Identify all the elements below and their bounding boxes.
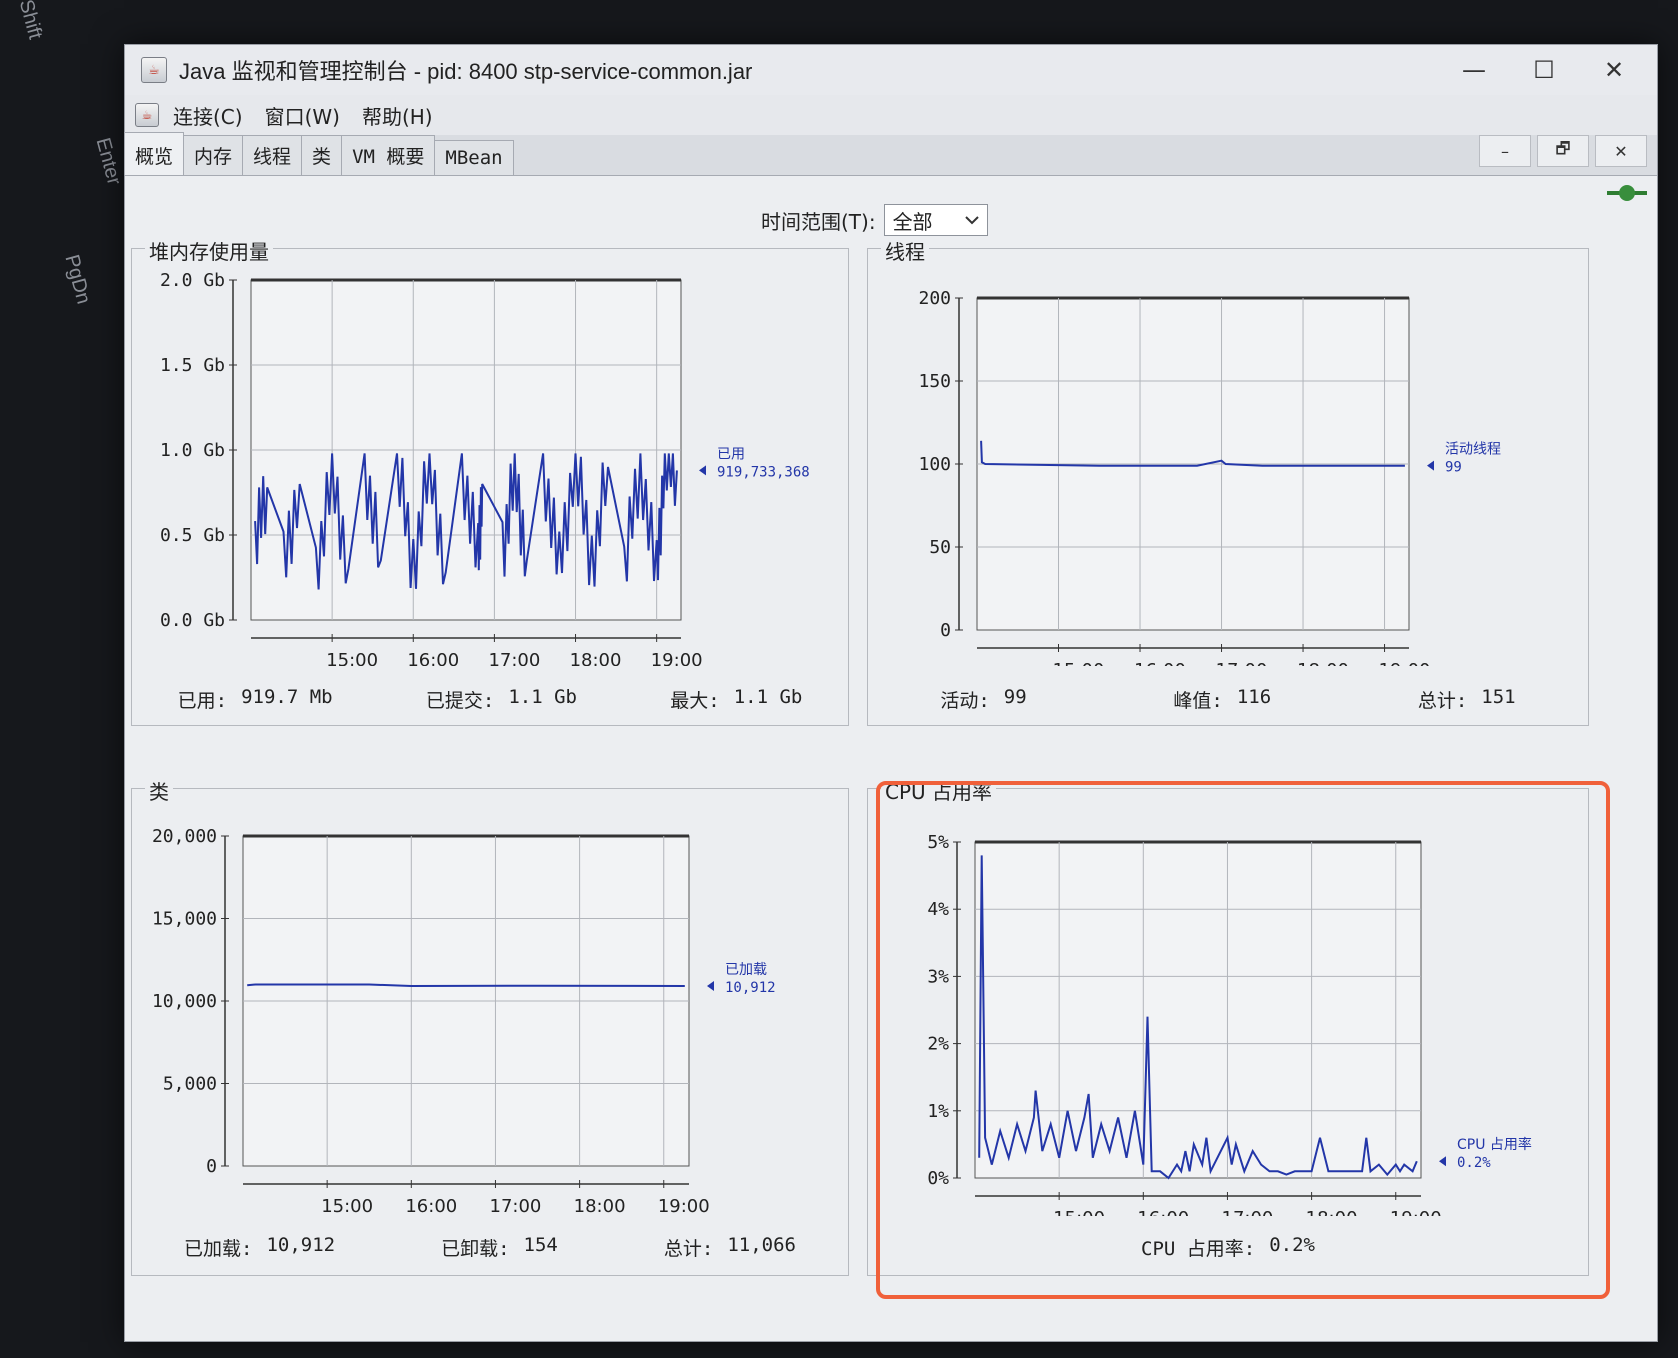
legend-marker [699, 465, 706, 476]
y-tick-label: 2.0 Gb [160, 270, 225, 291]
x-tick-label: 18:00 [1297, 660, 1349, 666]
threads-live-label: 活动: [940, 690, 990, 712]
java-app-icon: ☕ [141, 57, 167, 83]
x-tick-label: 19:00 [658, 1196, 710, 1216]
heap-max-value: 1.1 Gb [733, 686, 803, 708]
legend-value: 10,912 [725, 980, 776, 996]
time-range-value: 全部 [892, 209, 933, 234]
heap-memory-chart: 2.0 Gb 1.5 Gb 1.0 Gb 0.5 Gb 0.0 Gb 15:00 16:00… [160, 270, 810, 666]
classes-total-value: 11,066 [727, 1234, 796, 1256]
classes-total-label: 总计: [663, 1238, 714, 1260]
y-tick-label: 0.5 Gb [160, 525, 225, 546]
y-tick-label: 1.0 Gb [160, 440, 225, 461]
x-tick-label: 18:00 [570, 650, 622, 666]
heap-committed-value: 1.1 Gb [508, 686, 577, 708]
legend-name: 已加载 [725, 962, 767, 978]
tab-threads[interactable]: 线程 [242, 135, 303, 175]
x-tick-label: 15:00 [321, 1196, 373, 1216]
legend-name: 活动线程 [1445, 442, 1501, 458]
heap-max-label: 最大: [670, 690, 720, 712]
classes-loaded-value: 10,912 [266, 1234, 336, 1256]
tab-memory[interactable]: 内存 [183, 135, 244, 175]
heap-stats: 已用: 919.7 Mb 已提交: 1.1 Gb 最大: 1.1 Gb [131, 686, 849, 713]
window-title: Java 监视和管理控制台 - pid: 8400 stp-service-co… [179, 59, 753, 84]
x-tick-label: 15:00 [1053, 660, 1105, 666]
y-tick-label: 50 [929, 537, 951, 558]
internal-restore-button[interactable]: 🗗 [1537, 135, 1589, 167]
threads-total-value: 151 [1481, 686, 1516, 708]
internal-frame-controls: – 🗗 ✕ [1479, 135, 1647, 167]
menu-help[interactable]: 帮助(H) [362, 101, 433, 130]
java-menu-icon: ☕ [135, 103, 159, 127]
y-tick-label: 0 [940, 620, 951, 641]
tab-classes[interactable]: 类 [301, 135, 343, 175]
y-tick-label: 0.0 Gb [160, 610, 225, 631]
classes-loaded-label: 已加载: [184, 1238, 253, 1260]
window-controls: — ☐ ✕ [1439, 45, 1649, 95]
y-tick-label: 5,000 [163, 1074, 217, 1095]
heap-committed-label: 已提交: [425, 690, 495, 712]
x-tick-label: 16:00 [1134, 660, 1186, 666]
legend-name: 已用 [717, 446, 745, 462]
threads-chart: 200 150 100 50 0 15:00 16:00 17:00 18:00 19:00 活动线… [918, 288, 1501, 666]
x-tick-label: 18:00 [574, 1196, 626, 1216]
y-tick-label: 1.5 Gb [160, 355, 225, 376]
legend-marker [707, 980, 714, 991]
x-tick-label: 17:00 [488, 650, 540, 666]
heap-memory-panel: 堆内存使用量 2.0 Gb 1.5 Gb 1.0 Gb 0.5 Gb 0.0 Gb 15:… [131, 236, 849, 726]
menu-bar: ☕ 连接(C) 窗口(W) 帮助(H) [125, 95, 1657, 135]
tab-vm-summary[interactable]: VM 概要 [341, 135, 436, 175]
highlight-annotation [876, 781, 1610, 1299]
classes-unloaded-value: 154 [523, 1234, 558, 1256]
x-tick-label: 15:00 [326, 650, 378, 666]
classes-unloaded-label: 已卸载: [441, 1238, 510, 1260]
tab-bar: 概览 内存 线程 类 VM 概要 MBean [124, 132, 514, 175]
x-tick-label: 17:00 [1216, 660, 1268, 666]
y-tick-label: 150 [918, 371, 951, 392]
legend-value: 919,733,368 [717, 464, 810, 480]
time-range-label: 时间范围(T): [761, 209, 876, 234]
time-range-control: 时间范围(T): 全部 [761, 204, 988, 236]
x-tick-label: 17:00 [490, 1196, 542, 1216]
classes-stats: 已加载: 10,912 已卸载: 154 总计: 11,066 [131, 1234, 849, 1261]
keyboard-key-enter: Enter [91, 135, 126, 188]
internal-minimize-button[interactable]: – [1479, 135, 1531, 167]
x-tick-label: 19:00 [651, 650, 703, 666]
internal-close-button[interactable]: ✕ [1595, 135, 1647, 167]
legend-marker [1427, 460, 1434, 471]
tab-overview[interactable]: 概览 [124, 132, 185, 175]
threads-live-value: 99 [1003, 686, 1027, 708]
threads-peak-label: 峰值: [1173, 690, 1223, 712]
y-tick-label: 0 [206, 1156, 217, 1177]
chevron-down-icon [964, 216, 979, 225]
minimize-button[interactable]: — [1439, 45, 1509, 95]
y-tick-label: 200 [918, 288, 951, 309]
keyboard-key-shift: Shift [14, 0, 47, 42]
legend-value: 99 [1445, 460, 1462, 476]
x-tick-label: 16:00 [407, 650, 459, 666]
menu-window[interactable]: 窗口(W) [265, 101, 340, 130]
classes-panel: 类 20,000 15,000 10,000 5,000 0 15:00 16:00 17:0… [131, 776, 849, 1276]
threads-stats: 活动: 99 峰值: 116 总计: 151 [867, 686, 1589, 713]
threads-panel: 线程 20015010050015:0016:0017:0018:0019:00… [867, 236, 1589, 726]
keyboard-key-pgdn: PgDn [60, 252, 95, 307]
x-tick-label: 16:00 [405, 1196, 457, 1216]
threads-peak-value: 116 [1236, 686, 1272, 708]
connection-status-icon [1607, 185, 1647, 201]
tab-mbean[interactable]: MBean [434, 140, 514, 175]
menu-connect[interactable]: 连接(C) [173, 101, 243, 130]
y-tick-label: 20,000 [152, 826, 217, 847]
close-button[interactable]: ✕ [1579, 45, 1649, 95]
classes-chart: 20,000 15,000 10,000 5,000 0 15:00 16:00 17:00 1… [152, 826, 776, 1216]
time-range-select[interactable]: 全部 [883, 204, 988, 236]
maximize-button[interactable]: ☐ [1509, 45, 1579, 95]
heap-used-label: 已用: [177, 690, 228, 712]
threads-total-label: 总计: [1417, 690, 1468, 712]
heap-used-value: 919.7 Mb [241, 686, 333, 708]
title-bar: ☕ Java 监视和管理控制台 - pid: 8400 stp-service-… [125, 45, 1657, 95]
x-tick-label: 19:00 [1379, 660, 1431, 666]
y-tick-label: 15,000 [152, 909, 217, 930]
y-tick-label: 10,000 [152, 991, 217, 1012]
y-tick-label: 100 [918, 454, 951, 475]
